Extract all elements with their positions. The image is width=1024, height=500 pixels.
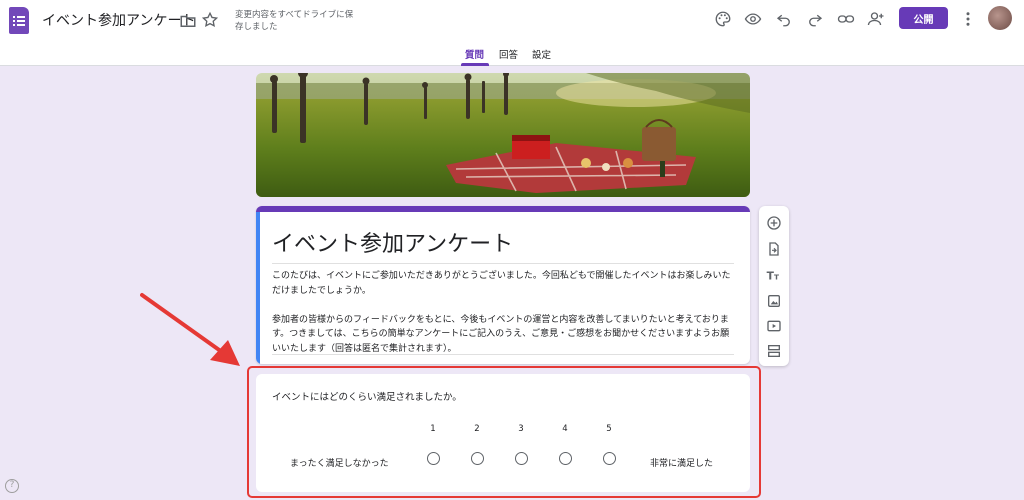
form-description[interactable]: このたびは、イベントにご参加いただきありがとうございました。今回私どもで開催した… [272,269,738,364]
form-title-card[interactable]: イベント参加アンケート このたびは、イベントにご参加いただきありがとうございまし… [256,206,750,364]
svg-text:T: T [774,273,779,282]
import-questions-icon[interactable] [766,241,782,257]
description-paragraph-1: このたびは、イベントにご参加いただきありがとうございました。今回私どもで開催した… [272,271,731,296]
preview-icon[interactable] [744,10,762,28]
add-title-icon[interactable]: T T [766,267,782,283]
add-image-icon[interactable] [766,293,782,309]
form-title[interactable]: イベント参加アンケート [272,226,513,258]
avatar[interactable] [988,6,1012,30]
tab-responses[interactable]: 回答 [499,47,518,61]
top-bar: イベント参加アンケート 変更内容をすべてドライブに保存しました 公開 質問 回答 [0,0,1024,66]
divider [272,263,734,264]
side-toolbar: T T [759,206,789,366]
forms-logo-icon[interactable] [9,7,29,34]
palette-icon[interactable] [714,10,732,28]
publish-button[interactable]: 公開 [899,7,948,29]
star-icon[interactable] [201,11,219,29]
tab-settings[interactable]: 設定 [532,47,551,61]
folder-icon[interactable] [179,12,197,30]
add-question-icon[interactable] [766,215,782,231]
redo-icon[interactable] [806,10,824,28]
annotation-arrow-icon [140,293,240,366]
tab-questions[interactable]: 質問 [465,47,484,61]
header-image[interactable] [256,73,750,197]
description-paragraph-2: 参加者の皆様からのフィードバックをもとに、今後もイベントの運営と内容を改善してま… [272,314,730,354]
undo-icon[interactable] [775,10,793,28]
focus-indicator [256,212,260,364]
tab-bar: 質問 回答 設定 [0,44,1024,66]
active-tab-indicator [461,63,489,66]
form-name[interactable]: イベント参加アンケート [42,10,195,30]
help-icon[interactable]: ? [5,479,19,493]
more-vert-icon[interactable] [959,10,977,28]
annotation-highlight-box [247,366,761,498]
divider [272,354,734,355]
link-icon[interactable] [837,10,855,28]
add-video-icon[interactable] [766,318,782,334]
add-collaborator-icon[interactable] [867,10,885,28]
add-section-icon[interactable] [766,343,782,359]
theme-stripe [256,206,750,212]
save-status: 変更内容をすべてドライブに保存しました [235,10,354,32]
